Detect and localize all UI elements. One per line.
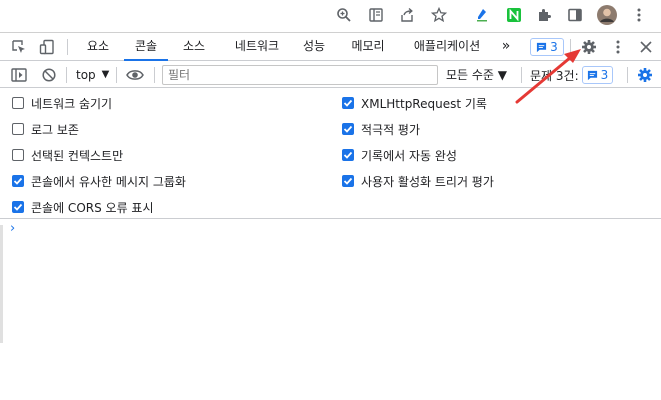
issues-button[interactable]: 문제 3건: 3 xyxy=(530,66,614,84)
tab-application[interactable]: 애플리케이션 xyxy=(404,33,490,61)
console-toolbar: top ▼ 모든 수준 ▼ 문제 3건: 3 xyxy=(0,62,661,88)
setting-option[interactable]: 선택된 컨텍스트만 xyxy=(12,146,123,164)
setting-option[interactable]: 적극적 평가 xyxy=(342,120,420,138)
share-icon[interactable] xyxy=(396,4,418,26)
dropdown-arrow-icon: ▼ xyxy=(101,69,110,80)
setting-checkbox[interactable] xyxy=(12,97,24,109)
devtools-tabbar: 요소 콘솔 소스 네트워크 성능 메모리 애플리케이션 » 3 xyxy=(0,33,661,61)
reader-mode-icon[interactable] xyxy=(365,4,387,26)
issues-label: 문제 3건: xyxy=(530,68,579,83)
extension-pen-icon[interactable] xyxy=(471,4,493,26)
setting-checkbox[interactable] xyxy=(12,149,24,161)
setting-option[interactable]: 사용자 활성화 트리거 평가 xyxy=(342,172,494,190)
divider xyxy=(627,67,628,83)
tab-memory[interactable]: 메모리 xyxy=(342,33,394,61)
setting-option[interactable]: 네트워크 숨기기 xyxy=(12,94,112,112)
setting-label: 네트워크 숨기기 xyxy=(31,96,113,111)
clear-console-icon[interactable] xyxy=(40,66,58,84)
setting-checkbox[interactable] xyxy=(12,123,24,135)
eye-icon[interactable] xyxy=(124,66,146,84)
context-selector[interactable]: top ▼ xyxy=(76,66,109,84)
filter-input[interactable] xyxy=(162,65,438,85)
checkmark-icon xyxy=(343,125,353,133)
checkmark-icon xyxy=(343,177,353,185)
setting-checkbox[interactable] xyxy=(12,201,24,213)
setting-label: 선택된 컨텍스트만 xyxy=(31,148,124,163)
log-level-select[interactable]: 모든 수준 ▼ xyxy=(446,66,507,84)
profile-avatar[interactable] xyxy=(596,4,618,26)
setting-checkbox[interactable] xyxy=(12,175,24,187)
setting-label: 콘솔에 CORS 오류 표시 xyxy=(31,200,154,215)
tab-network[interactable]: 네트워크 xyxy=(222,33,292,61)
divider xyxy=(116,67,117,83)
messages-badge[interactable]: 3 xyxy=(530,38,564,56)
setting-option[interactable]: XMLHttpRequest 기록 xyxy=(342,94,487,112)
setting-checkbox[interactable] xyxy=(342,149,354,161)
browser-toolbar xyxy=(0,0,661,30)
setting-option[interactable]: 콘솔에 CORS 오류 표시 xyxy=(12,198,154,216)
setting-option[interactable]: 로그 보존 xyxy=(12,120,79,138)
zoom-icon[interactable] xyxy=(333,4,355,26)
setting-label: 로그 보존 xyxy=(31,122,79,137)
checkmark-icon xyxy=(343,151,353,159)
checkmark-icon xyxy=(343,99,353,107)
console-prompt[interactable]: › xyxy=(10,221,15,236)
tab-elements[interactable]: 요소 xyxy=(76,33,120,61)
extensions-puzzle-icon[interactable] xyxy=(533,4,555,26)
close-icon[interactable] xyxy=(637,38,655,56)
message-icon xyxy=(537,42,547,52)
console-settings-gear-icon[interactable] xyxy=(636,66,654,84)
browser-menu-icon[interactable] xyxy=(628,4,650,26)
divider xyxy=(154,67,155,83)
messages-count: 3 xyxy=(550,40,558,54)
setting-checkbox[interactable] xyxy=(342,123,354,135)
bookmark-star-icon[interactable] xyxy=(428,4,450,26)
setting-label: 적극적 평가 xyxy=(361,122,421,137)
extension-n-icon[interactable] xyxy=(503,4,525,26)
setting-checkbox[interactable] xyxy=(342,175,354,187)
setting-option[interactable]: 기록에서 자동 완성 xyxy=(342,146,457,164)
context-value: top xyxy=(76,68,96,82)
checkmark-icon xyxy=(13,203,23,211)
console-settings-panel: 네트워크 숨기기로그 보존선택된 컨텍스트만콘솔에서 유사한 메시지 그룹화콘솔… xyxy=(0,89,661,219)
message-icon xyxy=(587,70,597,80)
setting-label: XMLHttpRequest 기록 xyxy=(361,96,487,111)
divider xyxy=(521,67,522,83)
scrollbar[interactable] xyxy=(0,225,3,343)
divider xyxy=(66,67,67,83)
more-tabs-button[interactable]: » xyxy=(496,33,516,61)
divider xyxy=(570,39,571,55)
device-toolbar-icon[interactable] xyxy=(38,38,56,56)
tab-sources[interactable]: 소스 xyxy=(172,33,216,61)
devtools-panel: 요소 콘솔 소스 네트워크 성능 메모리 애플리케이션 » 3 top ▼ 필터… xyxy=(0,32,661,400)
gear-icon[interactable] xyxy=(580,38,598,56)
tab-performance[interactable]: 성능 xyxy=(297,33,331,61)
inspect-element-icon[interactable] xyxy=(10,38,28,56)
setting-option[interactable]: 콘솔에서 유사한 메시지 그룹화 xyxy=(12,172,186,190)
setting-label: 사용자 활성화 트리거 평가 xyxy=(361,174,494,189)
setting-label: 콘솔에서 유사한 메시지 그룹화 xyxy=(31,174,186,189)
side-panel-icon[interactable] xyxy=(564,4,586,26)
divider xyxy=(67,39,68,55)
setting-checkbox[interactable] xyxy=(342,97,354,109)
sidebar-toggle-icon[interactable] xyxy=(10,66,28,84)
setting-label: 기록에서 자동 완성 xyxy=(361,148,457,163)
customize-menu-icon[interactable] xyxy=(610,38,626,56)
issues-badge: 3 xyxy=(581,66,614,84)
issues-count: 3 xyxy=(600,68,609,82)
checkmark-icon xyxy=(13,177,23,185)
tab-console[interactable]: 콘솔 xyxy=(124,33,168,61)
